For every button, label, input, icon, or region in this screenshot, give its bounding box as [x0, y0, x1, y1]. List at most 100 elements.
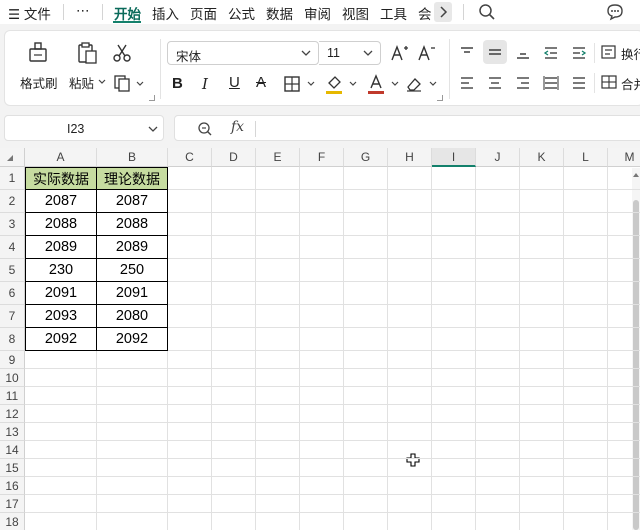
row-header-17[interactable]: 17 [0, 495, 25, 513]
format-painter-button[interactable]: 格式刷 [15, 37, 59, 97]
align-center-icon[interactable] [487, 75, 503, 91]
table-cell[interactable]: 2089 [97, 236, 168, 259]
align-right-icon[interactable] [515, 75, 531, 91]
column-header-a[interactable]: A [25, 148, 97, 167]
align-top-icon[interactable] [459, 45, 475, 61]
column-header-l[interactable]: L [564, 148, 608, 167]
table-cell[interactable]: 2092 [97, 328, 168, 351]
row-header-8[interactable]: 8 [0, 328, 25, 351]
align-middle-button[interactable] [483, 40, 507, 64]
tab-formula[interactable]: 公式 [228, 3, 255, 23]
table-cell[interactable]: 2092 [25, 328, 97, 351]
row-header-6[interactable]: 6 [0, 282, 25, 305]
insert-function-button[interactable]: fx [231, 119, 244, 135]
font-color-button[interactable] [367, 73, 403, 95]
decrease-indent-icon[interactable] [543, 45, 559, 61]
table-header-cell[interactable]: 实际数据 [25, 167, 97, 190]
tab-insert[interactable]: 插入 [152, 3, 179, 23]
cut-icon[interactable] [113, 43, 131, 63]
table-cell[interactable]: 2087 [25, 190, 97, 213]
increase-font-size-icon[interactable] [390, 43, 410, 63]
table-cell[interactable]: 230 [25, 259, 97, 282]
row-header-13[interactable]: 13 [0, 423, 25, 441]
select-all-corner[interactable] [0, 148, 25, 167]
tab-review[interactable]: 审阅 [304, 3, 331, 23]
tabs-scroll-right-button[interactable] [434, 2, 452, 22]
row-header-10[interactable]: 10 [0, 369, 25, 387]
paste-button[interactable]: 粘贴 [65, 37, 109, 97]
table-cell[interactable]: 2091 [97, 282, 168, 305]
row-header-12[interactable]: 12 [0, 405, 25, 423]
row-header-4[interactable]: 4 [0, 236, 25, 259]
table-cell[interactable]: 2087 [97, 190, 168, 213]
row-header-15[interactable]: 15 [0, 459, 25, 477]
distributed-align-icon[interactable] [543, 75, 559, 91]
clipboard-dialog-launcher-icon[interactable] [149, 95, 155, 101]
table-cell[interactable]: 2088 [25, 213, 97, 236]
font-dialog-launcher-icon[interactable] [437, 95, 443, 101]
tab-data[interactable]: 数据 [266, 3, 293, 23]
name-box[interactable]: I23 [4, 115, 164, 141]
strikethrough-icon[interactable]: A [256, 74, 266, 91]
column-header-e[interactable]: E [256, 148, 300, 167]
row-header-5[interactable]: 5 [0, 259, 25, 282]
clear-format-button[interactable] [405, 75, 441, 93]
tab-view[interactable]: 视图 [342, 3, 369, 23]
wrap-text-button[interactable]: 换行 [601, 43, 640, 63]
tab-member[interactable]: 会 [418, 3, 432, 23]
row-header-16[interactable]: 16 [0, 477, 25, 495]
column-header-d[interactable]: D [212, 148, 256, 167]
scroll-up-icon[interactable] [633, 172, 639, 178]
column-header-m[interactable]: M [608, 148, 640, 167]
column-header-f[interactable]: F [300, 148, 344, 167]
italic-icon[interactable]: I [202, 75, 208, 93]
spreadsheet-grid[interactable]: A B C D E F G H I J K L M 1 2 3 4 5 6 7 8 9 10 11 12 13 14 15 16 17 18… [0, 148, 640, 530]
table-header-cell[interactable]: 理论数据 [97, 167, 168, 190]
row-header-1[interactable]: 1 [0, 167, 25, 190]
table-cell[interactable]: 2093 [25, 305, 97, 328]
row-header-3[interactable]: 3 [0, 213, 25, 236]
borders-button[interactable] [283, 75, 319, 93]
column-header-i[interactable]: I [432, 148, 476, 167]
column-header-c[interactable]: C [168, 148, 212, 167]
vertical-scrollbar-thumb[interactable] [633, 200, 639, 530]
column-header-h[interactable]: H [388, 148, 432, 167]
copy-button[interactable] [111, 73, 147, 93]
tab-tools[interactable]: 工具 [380, 3, 407, 23]
column-header-j[interactable]: J [476, 148, 520, 167]
column-header-b[interactable]: B [97, 148, 168, 167]
table-cell[interactable]: 250 [97, 259, 168, 282]
decrease-font-size-icon[interactable] [417, 43, 437, 63]
column-header-k[interactable]: K [520, 148, 564, 167]
table-cell[interactable]: 2091 [25, 282, 97, 305]
font-size-select[interactable]: 11 [319, 41, 381, 65]
file-menu-label: 文件 [23, 7, 51, 22]
tab-home[interactable]: 开始 [114, 3, 141, 23]
underline-icon[interactable]: U [229, 74, 240, 91]
main-menu-button[interactable]: ☰ 文件 [8, 3, 51, 23]
row-header-9[interactable]: 9 [0, 351, 25, 369]
align-bottom-icon[interactable] [515, 45, 531, 61]
row-header-11[interactable]: 11 [0, 387, 25, 405]
table-cell[interactable]: 2089 [25, 236, 97, 259]
row-header-18[interactable]: 18 [0, 513, 25, 530]
formula-input[interactable] [261, 120, 631, 138]
more-menu-button[interactable]: ⋯ [76, 3, 90, 19]
chat-icon[interactable] [605, 3, 625, 21]
table-cell[interactable]: 2080 [97, 305, 168, 328]
increase-indent-icon[interactable] [571, 45, 587, 61]
merge-cells-button[interactable]: 合并 [601, 73, 640, 93]
fill-color-button[interactable] [325, 73, 361, 95]
row-header-14[interactable]: 14 [0, 441, 25, 459]
column-header-g[interactable]: G [344, 148, 388, 167]
row-header-2[interactable]: 2 [0, 190, 25, 213]
justify-icon[interactable] [571, 75, 587, 91]
table-cell[interactable]: 2088 [97, 213, 168, 236]
search-icon[interactable] [478, 3, 496, 21]
tab-page[interactable]: 页面 [190, 3, 217, 23]
row-header-7[interactable]: 7 [0, 305, 25, 328]
zoom-icon[interactable] [197, 121, 213, 137]
align-left-icon[interactable] [459, 75, 475, 91]
bold-icon[interactable]: B [172, 75, 183, 92]
font-name-select[interactable]: 宋体 [167, 41, 319, 65]
